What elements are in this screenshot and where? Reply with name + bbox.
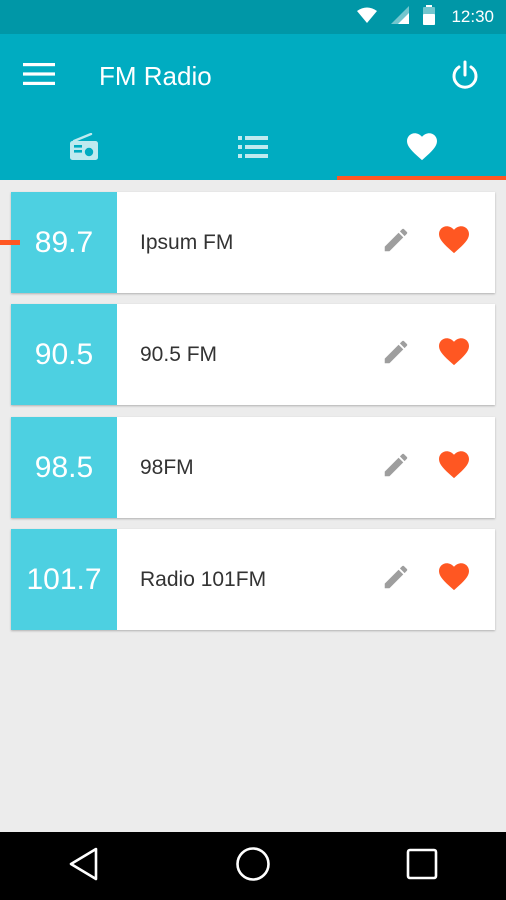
- status-icons: 12:30: [357, 0, 494, 34]
- station-card[interactable]: 98.5 98FM: [11, 417, 495, 518]
- heart-icon: [439, 226, 469, 259]
- station-actions: [379, 417, 495, 518]
- system-navigation-bar: [0, 832, 506, 900]
- station-actions: [379, 304, 495, 405]
- recents-square-icon: [406, 848, 438, 885]
- pencil-icon: [381, 450, 411, 485]
- station-card[interactable]: 89.7 Ipsum FM: [11, 192, 495, 293]
- station-card[interactable]: 101.7 Radio 101FM: [11, 529, 495, 630]
- edit-station-button[interactable]: [379, 338, 413, 372]
- station-frequency: 90.5: [11, 304, 117, 405]
- tab-station-list[interactable]: [169, 118, 338, 180]
- app-bar: FM Radio: [0, 34, 506, 180]
- edit-station-button[interactable]: [379, 451, 413, 485]
- menu-button[interactable]: [22, 60, 56, 92]
- cellular-signal-icon: [391, 5, 410, 29]
- power-button[interactable]: [446, 58, 484, 96]
- heart-icon: [439, 563, 469, 596]
- home-button[interactable]: [223, 836, 283, 896]
- pencil-icon: [381, 337, 411, 372]
- tab-favorites[interactable]: [337, 118, 506, 180]
- favorite-button[interactable]: [437, 563, 471, 597]
- favorites-list: 89.7 Ipsum FM 90.5 90.5 FM 98.5 98FM 101…: [0, 180, 506, 832]
- tab-bar: [0, 118, 506, 180]
- status-time: 12:30: [451, 7, 494, 26]
- station-frequency: 89.7: [11, 192, 117, 293]
- home-circle-icon: [235, 846, 271, 887]
- station-actions: [379, 192, 495, 293]
- favorite-button[interactable]: [437, 226, 471, 260]
- back-triangle-icon: [68, 847, 100, 886]
- back-button[interactable]: [54, 836, 114, 896]
- power-icon: [450, 60, 480, 95]
- heart-icon: [439, 338, 469, 371]
- station-name: Radio 101FM: [140, 567, 267, 591]
- pencil-icon: [381, 225, 411, 260]
- station-name: 98FM: [140, 455, 194, 479]
- list-icon: [238, 135, 268, 163]
- station-actions: [379, 529, 495, 630]
- station-frequency: 98.5: [11, 417, 117, 518]
- station-frequency: 101.7: [11, 529, 117, 630]
- app-title: FM Radio: [99, 61, 212, 91]
- tab-radio[interactable]: [0, 118, 169, 180]
- wifi-icon: [357, 7, 378, 28]
- edit-station-button[interactable]: [379, 563, 413, 597]
- pencil-icon: [381, 562, 411, 597]
- battery-icon: [423, 4, 436, 30]
- toolbar: FM Radio: [0, 34, 506, 118]
- station-name: Ipsum FM: [140, 230, 234, 254]
- hamburger-menu-icon: [23, 62, 55, 90]
- status-bar: 12:30: [0, 0, 506, 34]
- favorite-button[interactable]: [437, 451, 471, 485]
- station-name: 90.5 FM: [140, 342, 218, 366]
- station-card[interactable]: 90.5 90.5 FM: [11, 304, 495, 405]
- favorite-button[interactable]: [437, 338, 471, 372]
- radio-icon: [69, 132, 99, 166]
- heart-icon: [439, 451, 469, 484]
- edit-station-button[interactable]: [379, 226, 413, 260]
- recents-button[interactable]: [392, 836, 452, 896]
- heart-icon: [406, 132, 437, 166]
- now-playing-indicator: [0, 240, 20, 245]
